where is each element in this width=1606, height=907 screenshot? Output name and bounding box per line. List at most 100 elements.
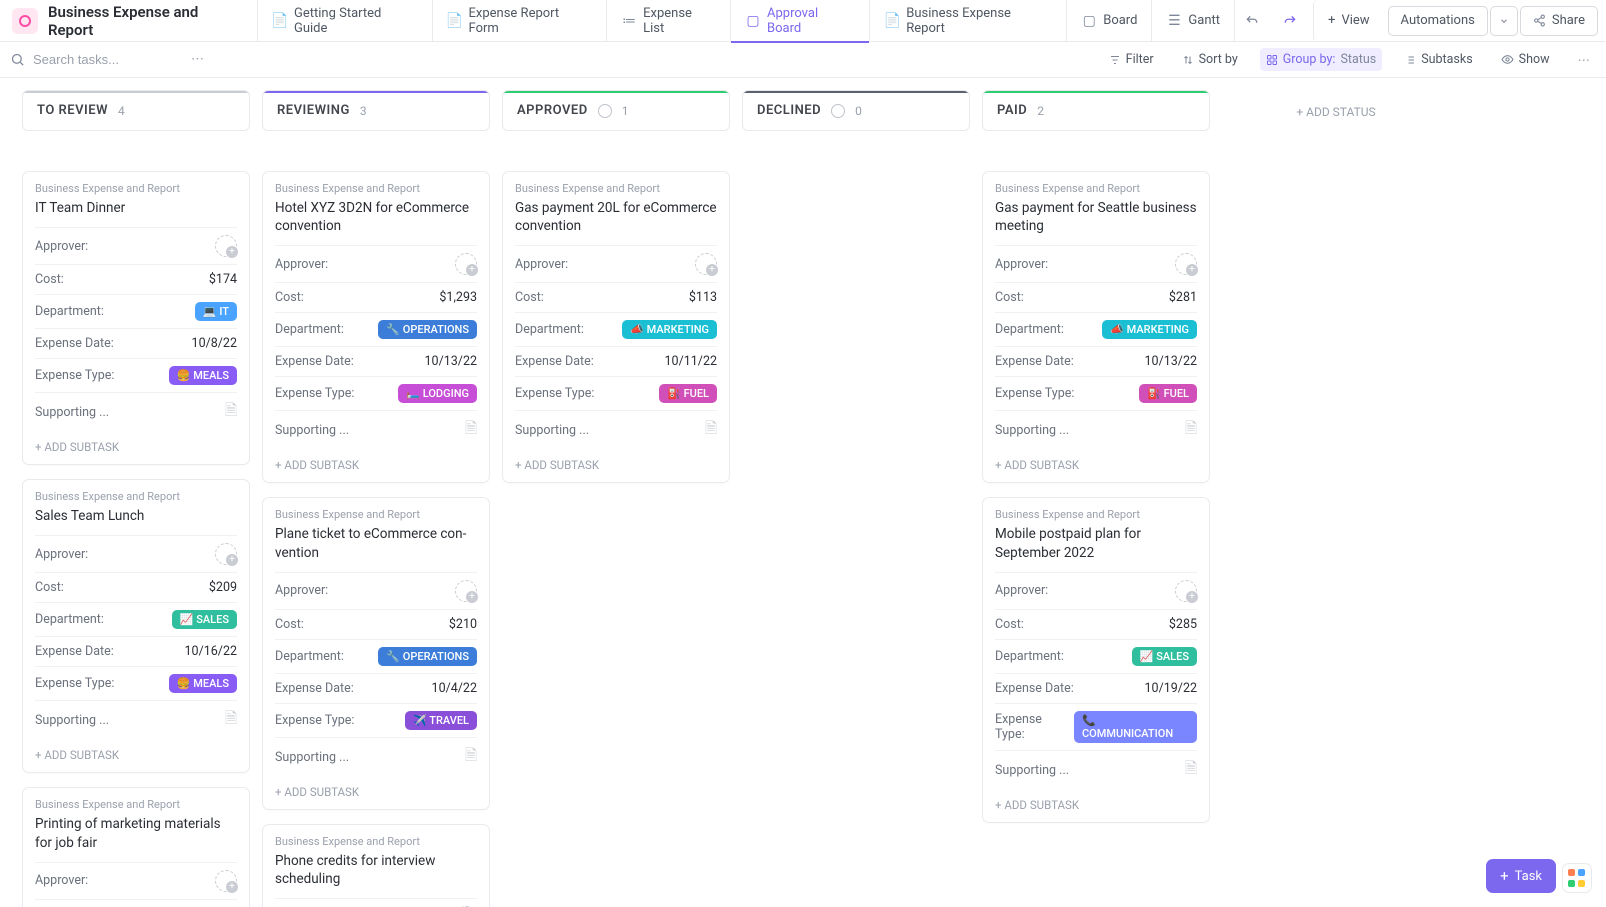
task-card[interactable]: Business Expense and Report Printing of … (22, 787, 250, 907)
field-supporting: Supporting ... 🗎 (275, 410, 477, 450)
field-approver: Approver: (275, 898, 477, 907)
field-department: Department: 📣 MARKETING (995, 312, 1197, 346)
expense-type-tag[interactable]: ⛽ FUEL (659, 384, 717, 403)
add-view-button[interactable]: +View (1313, 0, 1384, 42)
add-subtask-button[interactable]: + ADD SUBTASK (995, 450, 1197, 474)
add-approver-icon[interactable] (1175, 253, 1197, 275)
tab-expense-list[interactable]: ≔Expense List (607, 0, 731, 42)
automations-button[interactable]: Automations (1388, 6, 1488, 36)
task-card[interactable]: Business Expense and Report Plane ticket… (262, 497, 490, 809)
search-input[interactable] (33, 52, 173, 67)
attachment-icon[interactable]: 🗎 (705, 418, 717, 443)
add-subtask-button[interactable]: + ADD SUBTASK (35, 740, 237, 764)
add-approver-icon[interactable] (455, 253, 477, 275)
tab-gantt[interactable]: ☰Gantt (1152, 0, 1235, 42)
attachment-icon[interactable]: 🗎 (225, 708, 237, 733)
task-card[interactable]: Business Expense and Report Gas payment … (982, 171, 1210, 483)
field-type: Expense Type: 📞 COMMUNICATION (995, 703, 1197, 750)
toolbar-more-icon[interactable]: ⋯ (1572, 48, 1597, 72)
department-tag[interactable]: 📈 SALES (1132, 647, 1197, 666)
card-breadcrumb: Business Expense and Report (275, 508, 477, 521)
attachment-icon[interactable]: 🗎 (225, 400, 237, 425)
card-breadcrumb: Business Expense and Report (35, 182, 237, 195)
field-cost: Cost: $281 (995, 282, 1197, 312)
add-subtask-button[interactable]: + ADD SUBTASK (35, 432, 237, 456)
tab-board[interactable]: ▢Board (1067, 0, 1152, 42)
field-type: Expense Type: 🛏️ LODGING (275, 376, 477, 410)
add-approver-icon[interactable] (215, 870, 237, 892)
department-tag[interactable]: 🔧 OPERATIONS (378, 647, 477, 666)
search-icon (10, 52, 25, 67)
add-status-button[interactable]: + ADD STATUS (1222, 90, 1450, 134)
cards-container: Business Expense and Report Gas payment … (502, 171, 730, 483)
attachment-icon[interactable]: 🗎 (1185, 758, 1197, 783)
department-tag[interactable]: 💻 IT (195, 302, 237, 321)
column-count: 1 (622, 104, 629, 118)
tab-approval-board[interactable]: ▢Approval Board (731, 0, 870, 42)
attachment-icon[interactable]: 🗎 (465, 418, 477, 443)
task-card[interactable]: Business Expense and Report Gas payment … (502, 171, 730, 483)
card-title: Sales Team Lunch (35, 507, 237, 525)
group-by-button[interactable]: Group by: Status (1260, 48, 1382, 71)
column-header[interactable]: DECLINED0 (742, 90, 970, 131)
field-department: Department: 📈 SALES (995, 639, 1197, 673)
tab-icon: 📄 (884, 13, 900, 29)
subtasks-button[interactable]: Subtasks (1398, 48, 1478, 71)
redo-icon[interactable] (1275, 7, 1305, 35)
tab-icon: ≔ (621, 13, 637, 29)
column-header[interactable]: APPROVED1 (502, 90, 730, 131)
search-more-icon[interactable]: ⋯ (183, 46, 212, 74)
add-subtask-button[interactable]: + ADD SUBTASK (515, 450, 717, 474)
add-subtask-button[interactable]: + ADD SUBTASK (995, 790, 1197, 814)
field-cost: Cost: $285 (995, 609, 1197, 639)
column-header[interactable]: REVIEWING3 (262, 90, 490, 131)
department-tag[interactable]: 🔧 OPERATIONS (378, 320, 477, 339)
new-task-button[interactable]: + Task (1486, 859, 1556, 893)
attachment-icon[interactable]: 🗎 (465, 745, 477, 770)
automations-dropdown[interactable] (1490, 6, 1518, 36)
add-approver-icon[interactable] (1175, 580, 1197, 602)
kanban-board: TO REVIEW4 Business Expense and Report I… (0, 78, 1606, 907)
show-button[interactable]: Show (1495, 48, 1556, 71)
share-button[interactable]: Share (1520, 6, 1598, 36)
column-header[interactable]: PAID2 (982, 90, 1210, 131)
field-supporting: Supporting ... 🗎 (515, 410, 717, 450)
undo-icon[interactable] (1237, 7, 1267, 35)
column-reviewing: REVIEWING3 Business Expense and Report H… (262, 90, 490, 907)
expense-type-tag[interactable]: 🍔 MEALS (169, 366, 237, 385)
expense-type-tag[interactable]: ✈️ TRAVEL (405, 711, 477, 730)
department-tag[interactable]: 📈 SALES (172, 610, 237, 629)
add-approver-icon[interactable] (215, 543, 237, 565)
task-card[interactable]: Business Expense and Report IT Team Dinn… (22, 171, 250, 465)
expense-type-tag[interactable]: 📞 COMMUNICATION (1074, 711, 1197, 743)
expense-type-tag[interactable]: 🛏️ LODGING (398, 384, 477, 403)
tab-getting-started-guide[interactable]: 📄Getting Started Guide (257, 0, 433, 42)
task-card[interactable]: Business Expense and Report Hotel XYZ 3D… (262, 171, 490, 483)
sort-button[interactable]: Sort by (1176, 48, 1244, 71)
check-icon (831, 104, 845, 118)
tab-icon: 📄 (447, 13, 463, 29)
attachment-icon[interactable]: 🗎 (1185, 418, 1197, 443)
add-subtask-button[interactable]: + ADD SUBTASK (275, 450, 477, 474)
add-subtask-button[interactable]: + ADD SUBTASK (275, 777, 477, 801)
filter-button[interactable]: Filter (1103, 48, 1160, 71)
task-card[interactable]: Business Expense and Report Mobile postp… (982, 497, 1210, 822)
department-tag[interactable]: 📣 MARKETING (1102, 320, 1197, 339)
tab-expense-report-form[interactable]: 📄Expense Report Form (433, 0, 608, 42)
column-header[interactable]: TO REVIEW4 (22, 90, 250, 131)
expense-type-tag[interactable]: 🍔 MEALS (169, 674, 237, 693)
field-type: Expense Type: ✈️ TRAVEL (275, 703, 477, 737)
task-card[interactable]: Business Expense and Report Phone credit… (262, 824, 490, 907)
field-date: Expense Date: 10/4/22 (275, 673, 477, 703)
department-tag[interactable]: 📣 MARKETING (622, 320, 717, 339)
tab-business-expense-report[interactable]: 📄Business Expense Report (870, 0, 1067, 42)
add-approver-icon[interactable] (695, 253, 717, 275)
field-approver: Approver: (35, 862, 237, 899)
field-date: Expense Date: 10/13/22 (995, 346, 1197, 376)
card-title: Hotel XYZ 3D2N for eCommerce convention (275, 199, 477, 235)
add-approver-icon[interactable] (455, 580, 477, 602)
apps-button[interactable] (1562, 863, 1592, 893)
task-card[interactable]: Business Expense and Report Sales Team L… (22, 479, 250, 773)
add-approver-icon[interactable] (215, 235, 237, 257)
expense-type-tag[interactable]: ⛽ FUEL (1139, 384, 1197, 403)
